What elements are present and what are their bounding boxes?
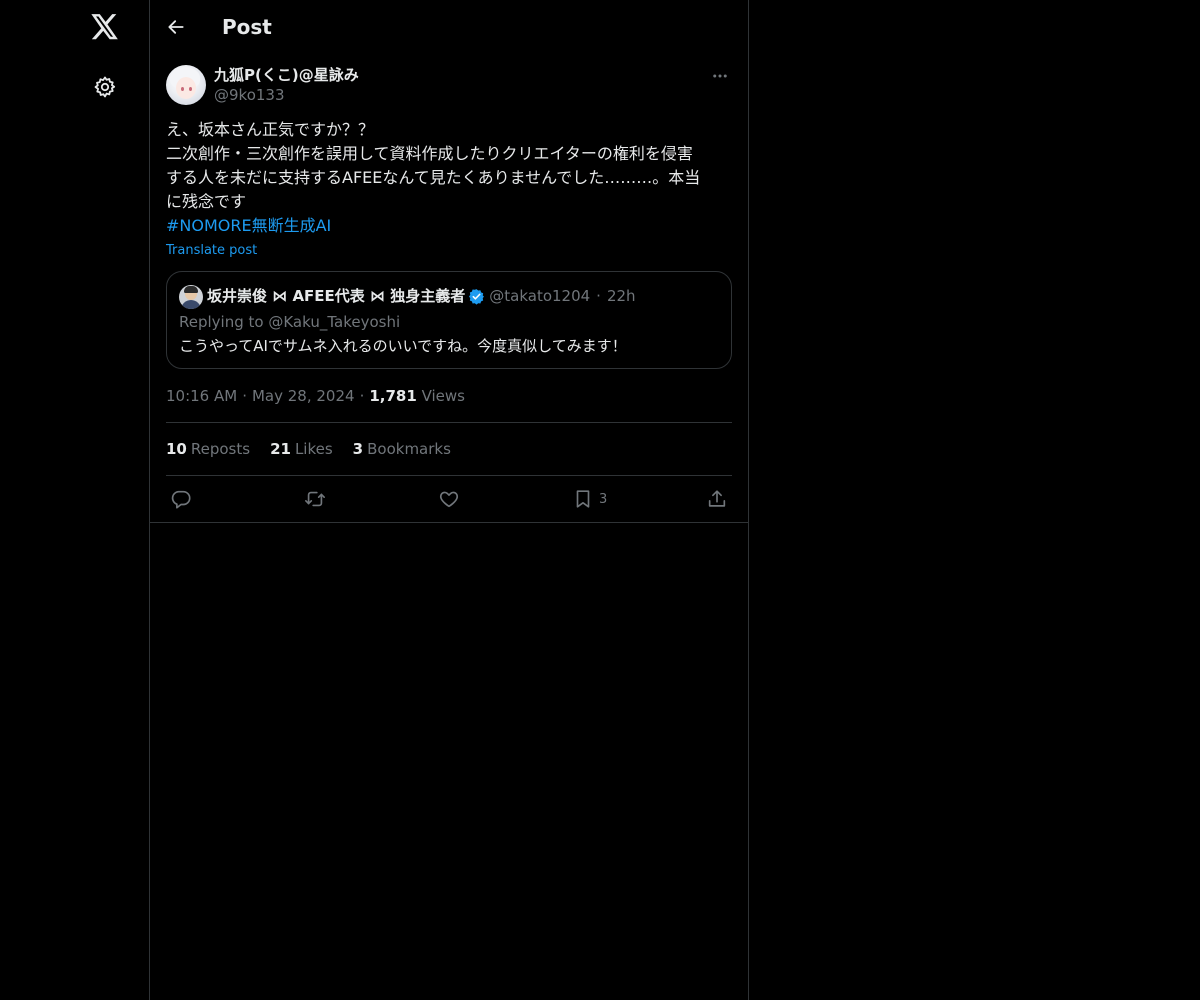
divider	[166, 475, 732, 476]
left-navigation	[0, 0, 150, 1000]
post-text-line: に残念です	[166, 192, 247, 211]
post-text-line: 二次創作・三次創作を誤用して資料作成したりクリエイターの権利を侵害	[166, 144, 693, 163]
more-button[interactable]	[708, 64, 732, 88]
reply-button[interactable]	[170, 486, 192, 512]
likes-stat[interactable]: 21 Likes	[270, 439, 333, 459]
bookmark-count: 3	[599, 491, 608, 507]
bookmark-button[interactable]: 3	[572, 486, 607, 512]
separator-dot: ·	[596, 287, 601, 305]
replying-to: Replying to @Kaku_Takeyoshi	[179, 313, 401, 331]
reposts-stat[interactable]: 10 Reposts	[166, 439, 250, 459]
quoted-post-time[interactable]: 22h	[607, 286, 636, 306]
post-text-line: え、坂本さん正気ですか？？	[166, 120, 375, 139]
bookmark-icon	[576, 490, 590, 508]
author-display-name[interactable]: 九狐P(くこ)@星詠み	[214, 65, 359, 85]
bookmarks-label: Bookmarks	[367, 440, 451, 458]
bookmarks-stat[interactable]: 3 Bookmarks	[353, 439, 451, 459]
back-button[interactable]	[164, 15, 188, 39]
gear-icon[interactable]	[89, 71, 121, 103]
avatar[interactable]	[179, 285, 203, 309]
likes-label: Likes	[294, 440, 333, 458]
engagement-stats: 10 Reposts 21 Likes 3 Bookmarks	[166, 439, 471, 459]
verified-badge-icon	[468, 288, 485, 305]
reposts-count: 10	[166, 440, 187, 458]
share-icon	[708, 490, 726, 507]
divider	[166, 422, 732, 423]
like-button[interactable]	[438, 486, 460, 512]
post-text-line: する人を未だに支持するAFEEなんて見たくありませんでした………。本当	[166, 168, 701, 187]
divider	[150, 522, 748, 523]
views-count: 1,781	[369, 387, 417, 405]
repost-icon	[305, 491, 325, 507]
quoted-post-header: 坂井崇俊 ⋈ AFEE代表 ⋈ 独身主義者 @takato1204 · 22h	[207, 286, 636, 306]
post-date[interactable]: May 28, 2024	[252, 387, 355, 405]
page-title: Post	[222, 15, 272, 39]
hashtag-link[interactable]: #NOMORE無断生成AI	[166, 214, 734, 238]
post-text: え、坂本さん正気ですか？？ 二次創作・三次創作を誤用して資料作成したりクリエイタ…	[166, 118, 734, 238]
likes-count: 21	[270, 440, 291, 458]
quoted-author-handle[interactable]: @takato1204	[489, 286, 590, 306]
arrow-left-icon	[168, 20, 184, 34]
post-author: 九狐P(くこ)@星詠み @9ko133	[166, 64, 732, 108]
reposts-label: Reposts	[190, 440, 251, 458]
avatar[interactable]	[166, 65, 206, 105]
quoted-author-display-name[interactable]: 坂井崇俊 ⋈ AFEE代表 ⋈ 独身主義者	[207, 286, 465, 306]
quoted-post-text: こうやってAIでサムネ入れるのいいですね。今度真似してみます！	[179, 337, 627, 355]
translate-post-link[interactable]: Translate post	[166, 242, 257, 260]
post-detail-column: Post 九狐P(くこ)@星詠み @9ko133 え、坂本さん正気ですか？？ 二…	[150, 0, 749, 1000]
heart-icon	[439, 491, 459, 508]
post-meta: 10:16 AM · May 28, 2024 · 1,781 Views	[166, 386, 465, 406]
reply-icon	[171, 490, 191, 509]
x-logo-icon[interactable]	[89, 11, 121, 43]
page-header: Post	[150, 0, 748, 54]
views-label: Views	[421, 387, 465, 405]
separator-dot: ·	[242, 387, 247, 405]
post-time[interactable]: 10:16 AM	[166, 387, 237, 405]
action-bar: 3	[166, 486, 732, 514]
repost-button[interactable]	[304, 486, 326, 512]
bookmarks-count: 3	[352, 440, 364, 458]
share-button[interactable]	[706, 486, 728, 512]
quoted-post[interactable]: 坂井崇俊 ⋈ AFEE代表 ⋈ 独身主義者 @takato1204 · 22h …	[166, 271, 732, 369]
separator-dot: ·	[359, 387, 365, 405]
more-horizontal-icon	[713, 74, 727, 78]
author-handle[interactable]: @9ko133	[214, 85, 285, 105]
